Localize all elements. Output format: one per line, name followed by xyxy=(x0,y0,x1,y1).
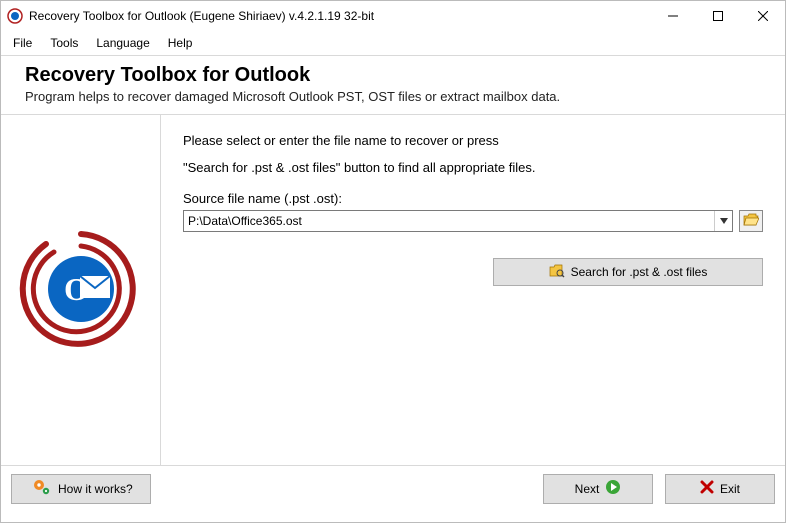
exit-button[interactable]: Exit xyxy=(665,474,775,504)
minimize-button[interactable] xyxy=(650,1,695,31)
footer: How it works? Next Exit xyxy=(1,465,785,511)
instruction-line-1: Please select or enter the file name to … xyxy=(183,133,763,148)
close-icon xyxy=(700,480,714,497)
exit-label: Exit xyxy=(720,482,740,496)
search-row: Search for .pst & .ost files xyxy=(183,258,763,286)
source-file-label: Source file name (.pst .ost): xyxy=(183,191,763,206)
outlook-logo-icon: O xyxy=(16,224,146,357)
chevron-down-icon[interactable] xyxy=(714,211,732,231)
menu-help[interactable]: Help xyxy=(160,33,201,53)
window-title: Recovery Toolbox for Outlook (Eugene Shi… xyxy=(29,9,650,23)
source-file-input[interactable] xyxy=(184,211,714,231)
menu-file[interactable]: File xyxy=(5,33,40,53)
header: Recovery Toolbox for Outlook Program hel… xyxy=(1,56,785,115)
source-file-combo[interactable] xyxy=(183,210,733,232)
instruction-line-2: "Search for .pst & .ost files" button to… xyxy=(183,160,763,175)
right-pane: Please select or enter the file name to … xyxy=(161,115,785,465)
file-row xyxy=(183,210,763,232)
how-it-works-button[interactable]: How it works? xyxy=(11,474,151,504)
menubar: File Tools Language Help xyxy=(1,31,785,56)
search-files-button[interactable]: Search for .pst & .ost files xyxy=(493,258,763,286)
menu-tools[interactable]: Tools xyxy=(42,33,86,53)
folder-search-icon xyxy=(549,264,565,281)
next-label: Next xyxy=(575,482,600,496)
titlebar: Recovery Toolbox for Outlook (Eugene Shi… xyxy=(1,1,785,31)
search-files-label: Search for .pst & .ost files xyxy=(571,265,708,279)
left-pane: O xyxy=(1,115,161,465)
menu-language[interactable]: Language xyxy=(88,33,157,53)
page-title: Recovery Toolbox for Outlook xyxy=(25,64,761,87)
page-subtitle: Program helps to recover damaged Microso… xyxy=(25,89,761,104)
arrow-right-icon xyxy=(605,479,621,498)
maximize-button[interactable] xyxy=(695,1,740,31)
how-it-works-label: How it works? xyxy=(58,482,133,496)
browse-button[interactable] xyxy=(739,210,763,232)
gears-icon xyxy=(32,478,52,499)
close-button[interactable] xyxy=(740,1,785,31)
app-icon xyxy=(7,8,23,24)
next-button[interactable]: Next xyxy=(543,474,653,504)
folder-open-icon xyxy=(743,213,759,230)
main: O Please select or enter the file name t… xyxy=(1,115,785,465)
window-controls xyxy=(650,1,785,31)
